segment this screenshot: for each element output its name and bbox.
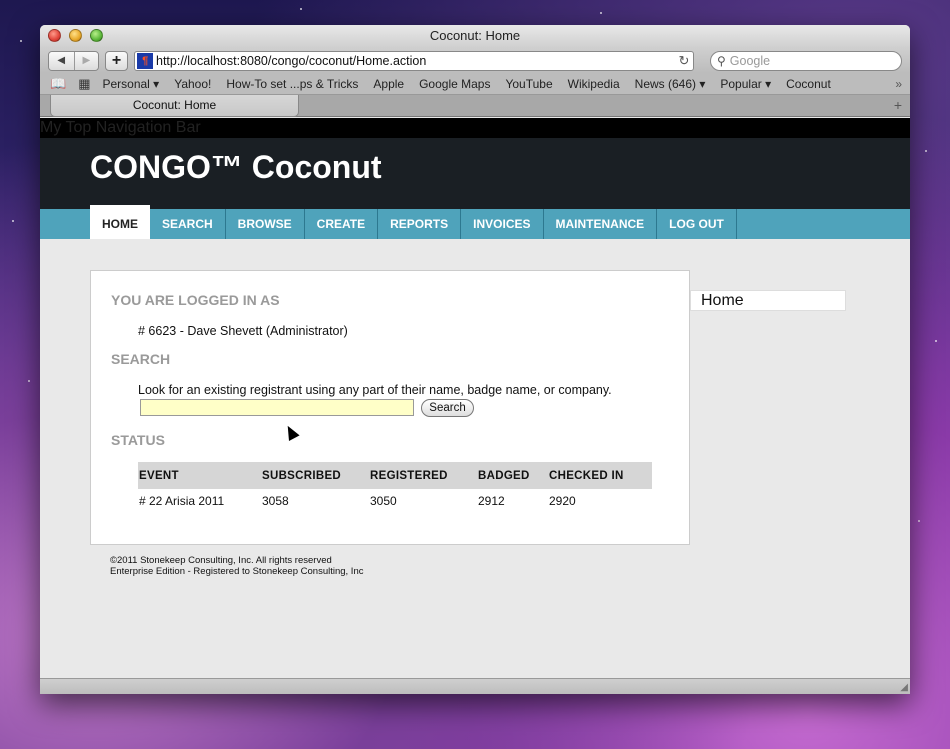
menu-browse[interactable]: BROWSE [226, 209, 305, 239]
bookmarks-bar: 📖 ▦ Personal ▾ Yahoo! How-To set ...ps &… [40, 73, 910, 95]
bookmark-item[interactable]: How-To set ...ps & Tricks [226, 77, 358, 91]
forward-button[interactable]: ▶ [73, 51, 99, 70]
status-bar: ◢ [40, 678, 910, 694]
top-sites-grid-icon[interactable]: ▦ [78, 76, 90, 92]
add-bookmark-button[interactable]: + [105, 50, 128, 71]
close-button[interactable] [48, 29, 61, 42]
search-field[interactable]: ⚲ Google [710, 50, 902, 71]
bookmarks-overflow-icon[interactable]: » [895, 77, 902, 91]
search-icon: ⚲ [717, 53, 726, 68]
bookmark-item[interactable]: Popular ▾ [720, 77, 771, 91]
site-header: CONGO™ Coconut [40, 138, 910, 209]
cell-event: # 22 Arisia 2011 [139, 494, 225, 508]
site-favicon-icon: ¶ [137, 52, 153, 69]
minimize-button[interactable] [69, 29, 82, 42]
menu-maintenance[interactable]: MAINTENANCE [544, 209, 658, 239]
search-button[interactable]: Search [421, 399, 474, 417]
main-content-panel: YOU ARE LOGGED IN AS # 6623 - Dave Sheve… [90, 270, 690, 545]
main-menu-bar: HOME SEARCH BROWSE CREATE REPORTS INVOIC… [40, 205, 910, 239]
top-navigation-bar: My Top Navigation Bar [40, 118, 910, 138]
menu-invoices[interactable]: INVOICES [461, 209, 544, 239]
search-heading: SEARCH [111, 351, 171, 367]
bookmark-item[interactable]: Wikipedia [568, 77, 620, 91]
bookmark-item[interactable]: Apple [373, 77, 404, 91]
col-checked-in: CHECKED IN [548, 462, 652, 489]
resize-grip-icon[interactable]: ◢ [900, 682, 908, 693]
title-bar: Coconut: Home [40, 25, 910, 48]
col-registered: REGISTERED [369, 462, 477, 489]
page-footer: ©2011 Stonekeep Consulting, Inc. All rig… [110, 555, 363, 577]
status-table: EVENT SUBSCRIBED REGISTERED BADGED CHECK… [138, 462, 652, 513]
logged-in-heading: YOU ARE LOGGED IN AS [111, 292, 280, 308]
tab-home[interactable]: Coconut: Home [50, 95, 299, 117]
bookmarks-book-icon[interactable]: 📖 [50, 76, 66, 92]
address-bar[interactable]: ¶ http://localhost:8080/congo/coconut/Ho… [134, 50, 694, 71]
star [20, 40, 22, 42]
star [925, 150, 927, 152]
tab-strip: Coconut: Home + [40, 95, 910, 117]
browser-toolbar: ◀ ▶ + ¶ http://localhost:8080/congo/coco… [40, 48, 910, 73]
status-heading: STATUS [111, 432, 165, 448]
table-row: # 22 Arisia 2011 3058 3050 2912 2920 [138, 489, 652, 513]
footer-copyright: ©2011 Stonekeep Consulting, Inc. All rig… [110, 555, 332, 566]
bookmark-item[interactable]: Coconut [786, 77, 831, 91]
browser-window: Coconut: Home ◀ ▶ + ¶ http://localhost:8… [40, 25, 910, 694]
back-button[interactable]: ◀ [49, 51, 74, 70]
bookmark-item[interactable]: News (646) ▾ [635, 77, 706, 91]
url-text[interactable]: http://localhost:8080/congo/coconut/Home… [156, 54, 675, 68]
star [935, 340, 937, 342]
web-page: My Top Navigation Bar CONGO™ Coconut HOM… [40, 118, 910, 678]
col-subscribed: SUBSCRIBED [261, 462, 369, 489]
cell-subscribed: 3058 [262, 494, 289, 508]
star [918, 520, 920, 522]
current-user: # 6623 - Dave Shevett (Administrator) [138, 324, 348, 338]
col-event: EVENT [138, 462, 261, 489]
star [300, 8, 302, 10]
zoom-button[interactable] [90, 29, 103, 42]
star [600, 12, 602, 14]
status-header-row: EVENT SUBSCRIBED REGISTERED BADGED CHECK… [138, 462, 652, 489]
menu-logout[interactable]: LOG OUT [657, 209, 737, 239]
col-badged: BADGED [477, 462, 548, 489]
cell-registered: 3050 [370, 494, 397, 508]
reload-icon[interactable]: ↻ [675, 53, 693, 69]
bookmark-item[interactable]: Yahoo! [174, 77, 211, 91]
bookmark-item[interactable]: YouTube [505, 77, 552, 91]
bookmark-item[interactable]: Google Maps [419, 77, 490, 91]
sidebar-home-link[interactable]: Home [690, 290, 846, 311]
history-buttons: ◀ ▶ [48, 50, 100, 71]
star [28, 380, 30, 382]
menu-home[interactable]: HOME [90, 205, 150, 239]
star [12, 220, 14, 222]
registrant-search-input[interactable] [140, 399, 414, 416]
menu-reports[interactable]: REPORTS [378, 209, 462, 239]
window-controls [48, 29, 103, 42]
menu-create[interactable]: CREATE [305, 209, 379, 239]
menu-search[interactable]: SEARCH [150, 209, 226, 239]
search-placeholder: Google [729, 53, 771, 68]
new-tab-icon[interactable]: + [894, 97, 902, 113]
footer-edition: Enterprise Edition - Registered to Stone… [110, 566, 364, 577]
cell-badged: 2912 [478, 494, 505, 508]
window-title: Coconut: Home [429, 28, 521, 43]
main-menu: HOME SEARCH BROWSE CREATE REPORTS INVOIC… [90, 205, 737, 239]
site-title: CONGO™ Coconut [90, 149, 382, 185]
bookmark-item[interactable]: Personal ▾ [102, 77, 159, 91]
cell-checked-in: 2920 [549, 494, 576, 508]
search-hint: Look for an existing registrant using an… [138, 383, 612, 397]
